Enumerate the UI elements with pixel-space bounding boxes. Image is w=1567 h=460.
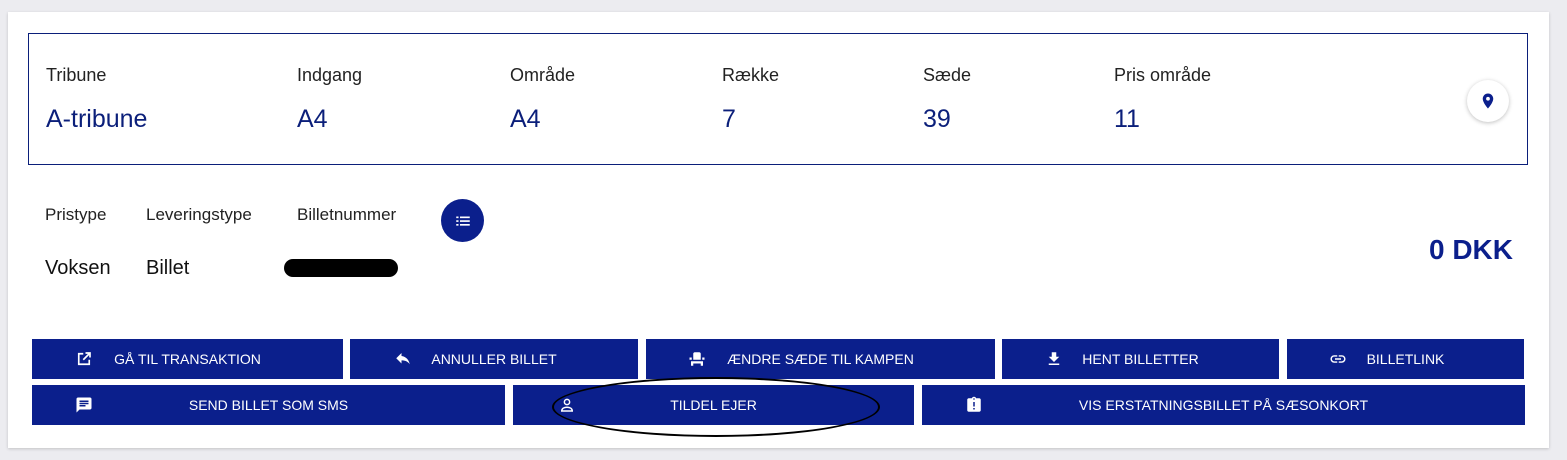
send-sms-button[interactable]: SEND BILLET SOM SMS (32, 385, 505, 425)
area-value: A4 (510, 105, 541, 133)
goto-transaction-button[interactable]: GÅ TIL TRANSAKTION (32, 339, 343, 379)
assign-owner-label: TILDEL EJER (670, 397, 757, 413)
row-label: Række (722, 65, 780, 85)
entrance-value: A4 (297, 105, 328, 133)
send-sms-label: SEND BILLET SOM SMS (188, 397, 349, 413)
ticket-card: Tribune A-tribune Indgang A4 Område A4 R… (8, 12, 1549, 448)
tribune-label: Tribune (46, 65, 107, 85)
cancel-ticket-label: ANNULLER BILLET (431, 351, 557, 367)
price-type-value: Voksen (45, 257, 111, 279)
show-replacement-label: VIS ERSTATNINGSBILLET PÅ SÆSONKORT (1078, 397, 1369, 413)
ticket-link-label: BILLETLINK (1366, 351, 1445, 367)
goto-transaction-label: GÅ TIL TRANSAKTION (114, 351, 261, 367)
delivery-type-value: Billet (146, 257, 190, 279)
tribune-value: A-tribune (46, 105, 148, 133)
entrance-label: Indgang (297, 65, 363, 85)
get-tickets-label: HENT BILLETTER (1082, 351, 1199, 367)
show-replacement-button[interactable]: VIS ERSTATNINGSBILLET PÅ SÆSONKORT (922, 385, 1525, 425)
row-value: 7 (722, 105, 736, 133)
ticket-link-button[interactable]: BILLETLINK (1287, 339, 1524, 379)
ticket-number-label: Billetnummer (297, 205, 397, 224)
assign-owner-button[interactable]: TILDEL EJER (513, 385, 914, 425)
area-label: Område (510, 65, 576, 85)
seat-info-box: Tribune A-tribune Indgang A4 Område A4 R… (28, 33, 1528, 165)
price-type-label: Pristype (45, 205, 107, 224)
list-icon (455, 216, 470, 226)
change-seat-button[interactable]: ÆNDRE SÆDE TIL KAMPEN (646, 339, 995, 379)
price-area-label: Pris område (1114, 65, 1212, 85)
get-tickets-button[interactable]: HENT BILLETTER (1002, 339, 1279, 379)
list-button[interactable] (441, 199, 484, 242)
seat-label: Sæde (923, 65, 972, 85)
change-seat-label: ÆNDRE SÆDE TIL KAMPEN (727, 351, 914, 367)
delivery-type-label: Leveringstype (146, 205, 252, 224)
location-button[interactable] (1467, 80, 1509, 122)
price-area-value: 11 (1114, 105, 1140, 133)
ticket-number-redacted (284, 259, 398, 277)
location-pin-icon (1482, 93, 1494, 109)
ticket-price: 0 DKK (1428, 234, 1513, 265)
cancel-ticket-button[interactable]: ANNULLER BILLET (350, 339, 638, 379)
seat-value: 39 (923, 105, 951, 133)
